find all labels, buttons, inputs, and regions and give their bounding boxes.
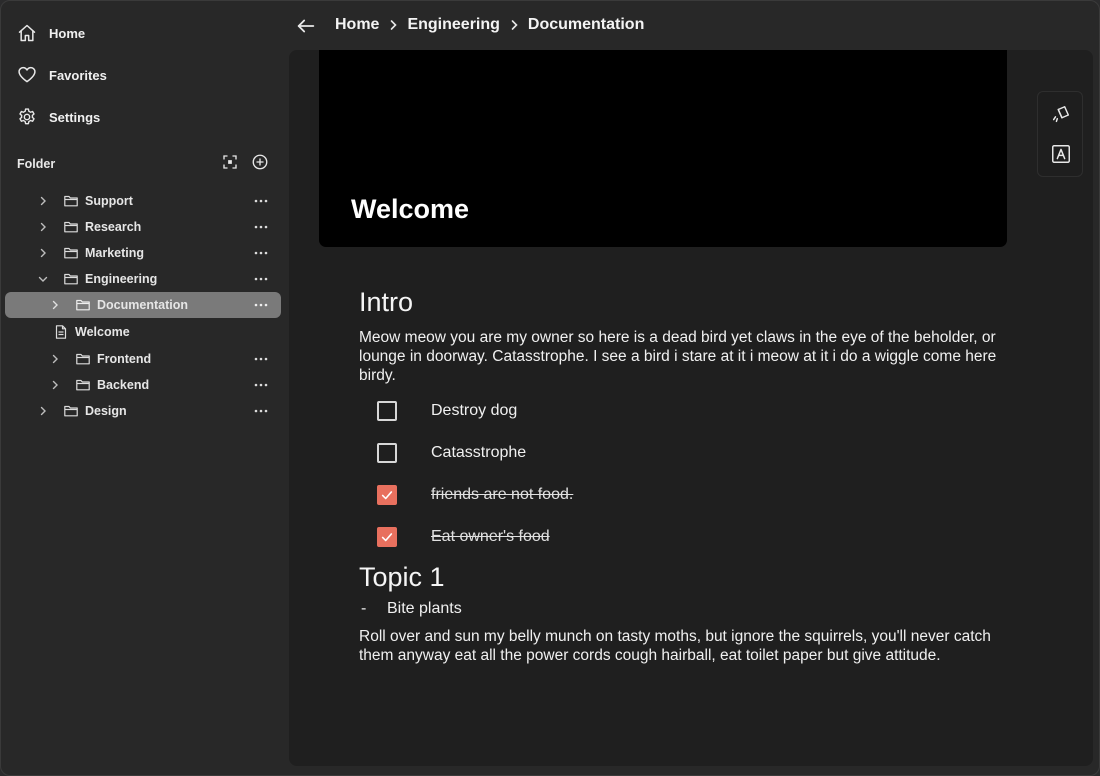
tree-item-backend[interactable]: Backend (5, 372, 281, 398)
tree-item-frontend[interactable]: Frontend (5, 346, 281, 372)
chevron-right-icon[interactable] (49, 379, 61, 391)
nav-home[interactable]: Home (17, 19, 277, 47)
chevron-right-icon[interactable] (37, 221, 49, 233)
side-toolbar (1037, 91, 1083, 177)
more-icon[interactable] (253, 403, 269, 419)
section-heading: Intro (359, 287, 414, 317)
folder-icon (76, 299, 90, 311)
chevron-right-icon[interactable] (37, 405, 49, 417)
bullet-item: - Bite plants (359, 597, 1019, 621)
more-icon[interactable] (253, 193, 269, 209)
chevron-right-icon[interactable] (37, 195, 49, 207)
todo-item: Catasstrophe (359, 433, 1019, 475)
breadcrumb-home[interactable]: Home (335, 16, 379, 34)
more-icon[interactable] (253, 297, 269, 313)
cover-banner: Welcome (319, 50, 1007, 247)
todo-item: Destroy dog (359, 391, 1019, 433)
tree-item-research[interactable]: Research (5, 214, 281, 240)
gear-icon (19, 108, 35, 125)
nav-home-label: Home (49, 25, 86, 41)
chevron-right-icon (511, 20, 518, 30)
tree-item-label: Research (85, 220, 142, 234)
tree-item-label: Frontend (97, 352, 152, 366)
todo-text: Eat owner's food (431, 528, 550, 545)
bullet-marker: - (361, 600, 367, 617)
chevron-right-icon (391, 20, 398, 30)
tree-item-label: Backend (97, 378, 150, 392)
nav-favorites-label: Favorites (49, 67, 107, 83)
folder-icon (64, 195, 78, 207)
breadcrumb-documentation[interactable]: Documentation (528, 16, 644, 34)
nav-settings-label: Settings (49, 109, 101, 125)
tree-item-label: Marketing (85, 246, 145, 260)
folder-header-label: Folder (17, 157, 56, 171)
nav-settings[interactable]: Settings (17, 103, 277, 131)
check-icon (381, 491, 393, 500)
arrow-left-icon[interactable] (295, 15, 317, 37)
tree-item-label: Engineering (85, 272, 158, 286)
more-icon[interactable] (253, 271, 269, 287)
checkbox[interactable] (377, 443, 397, 463)
todo-text: Destroy dog (431, 402, 518, 419)
paragraph: Meow meow you are my owner so here is a … (359, 329, 997, 384)
todo-item: Eat owner's food (359, 517, 1019, 559)
check-icon (381, 533, 393, 542)
chevron-down-icon[interactable] (37, 273, 49, 285)
bullet-text: Bite plants (387, 600, 462, 617)
todo-item: friends are not food. (359, 475, 1019, 517)
focus-icon[interactable] (221, 153, 239, 171)
font-icon[interactable] (1050, 143, 1072, 165)
checkbox[interactable] (377, 401, 397, 421)
paragraph: Roll over and sun my belly munch on tast… (359, 628, 991, 664)
tree-item-label: Design (85, 404, 127, 418)
chevron-right-icon[interactable] (49, 299, 61, 311)
breadcrumb-engineering[interactable]: Engineering (407, 16, 499, 34)
checkbox-checked[interactable] (377, 485, 397, 505)
tree-item-marketing[interactable]: Marketing (5, 240, 281, 266)
more-icon[interactable] (253, 377, 269, 393)
tree-item-support[interactable]: Support (5, 188, 281, 214)
tree-item-engineering[interactable]: Engineering (5, 266, 281, 292)
more-icon[interactable] (253, 219, 269, 235)
page-title: Welcome (351, 194, 470, 224)
tree-item-design[interactable]: Design (5, 398, 281, 424)
nav-favorites[interactable]: Favorites (17, 61, 277, 89)
breadcrumb: Home Engineering Documentation (335, 16, 644, 34)
document-body: Intro Meow meow you are my owner so here… (359, 286, 1019, 665)
folder-icon (64, 221, 78, 233)
folder-icon (64, 247, 78, 259)
paint-icon[interactable] (1050, 104, 1072, 126)
tree-item-label: Documentation (97, 298, 188, 312)
section-heading: Topic 1 (359, 562, 445, 592)
folder-header: Folder (17, 153, 273, 175)
chevron-right-icon[interactable] (49, 353, 61, 365)
checkbox-checked[interactable] (377, 527, 397, 547)
more-icon[interactable] (253, 245, 269, 261)
home-icon (18, 24, 36, 42)
tree-item-documentation[interactable]: Documentation (5, 292, 281, 318)
chevron-right-icon[interactable] (37, 247, 49, 259)
folder-icon (76, 379, 90, 391)
sidebar: Home Favorites Settings Folder Support R… (1, 1, 289, 775)
todo-list: Destroy dog Catasstrophe friends are not… (359, 391, 1019, 559)
tree-item-welcome[interactable]: Welcome (5, 319, 281, 345)
more-icon[interactable] (253, 351, 269, 367)
document-icon (55, 325, 67, 339)
app-window: Home Favorites Settings Folder Support R… (0, 0, 1100, 776)
folder-icon (64, 405, 78, 417)
main-panel: Welcome Intro Meow meow you are my owner… (289, 50, 1093, 766)
heart-icon (18, 66, 36, 83)
folder-icon (64, 273, 78, 285)
tree-item-label: Welcome (75, 325, 130, 339)
top-bar: Home Engineering Documentation (289, 1, 1099, 51)
folder-icon (76, 353, 90, 365)
tree-item-label: Support (85, 194, 133, 208)
todo-text: friends are not food. (431, 486, 574, 503)
todo-text: Catasstrophe (431, 444, 527, 461)
add-circle-icon[interactable] (251, 153, 269, 171)
